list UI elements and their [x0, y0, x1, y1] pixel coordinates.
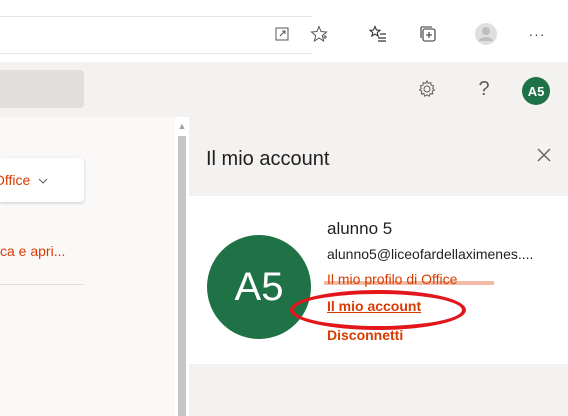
scroll-up-icon[interactable]: ▲ [176, 121, 188, 133]
avatar[interactable]: A5 [522, 77, 550, 105]
left-link[interactable]: ca e apri... [0, 243, 65, 259]
divider [0, 284, 84, 285]
favorites-list-icon[interactable] [366, 22, 390, 46]
office-dropdown[interactable]: Office [0, 158, 84, 202]
account-avatar: A5 [207, 235, 311, 339]
panel-title: Il mio account [206, 148, 330, 170]
chevron-down-icon [38, 173, 48, 187]
search-input[interactable] [0, 70, 84, 108]
scroll-thumb[interactable] [178, 136, 186, 416]
user-email: alunno5@liceofardellaximenes.... [327, 246, 534, 262]
gear-icon[interactable] [414, 76, 440, 102]
collections-icon[interactable] [416, 22, 440, 46]
close-icon[interactable] [533, 144, 555, 166]
user-name: alunno 5 [327, 219, 393, 238]
address-bar[interactable] [0, 16, 312, 54]
profile-icon[interactable] [474, 22, 498, 46]
highlight-ellipse [290, 290, 466, 330]
favorite-star-icon[interactable] [307, 22, 331, 46]
help-icon[interactable]: ? [471, 76, 497, 102]
more-icon[interactable]: ··· [525, 22, 549, 46]
office-dropdown-label: Office [0, 172, 31, 188]
strike-mark [324, 281, 494, 285]
open-tab-icon[interactable] [270, 22, 294, 46]
